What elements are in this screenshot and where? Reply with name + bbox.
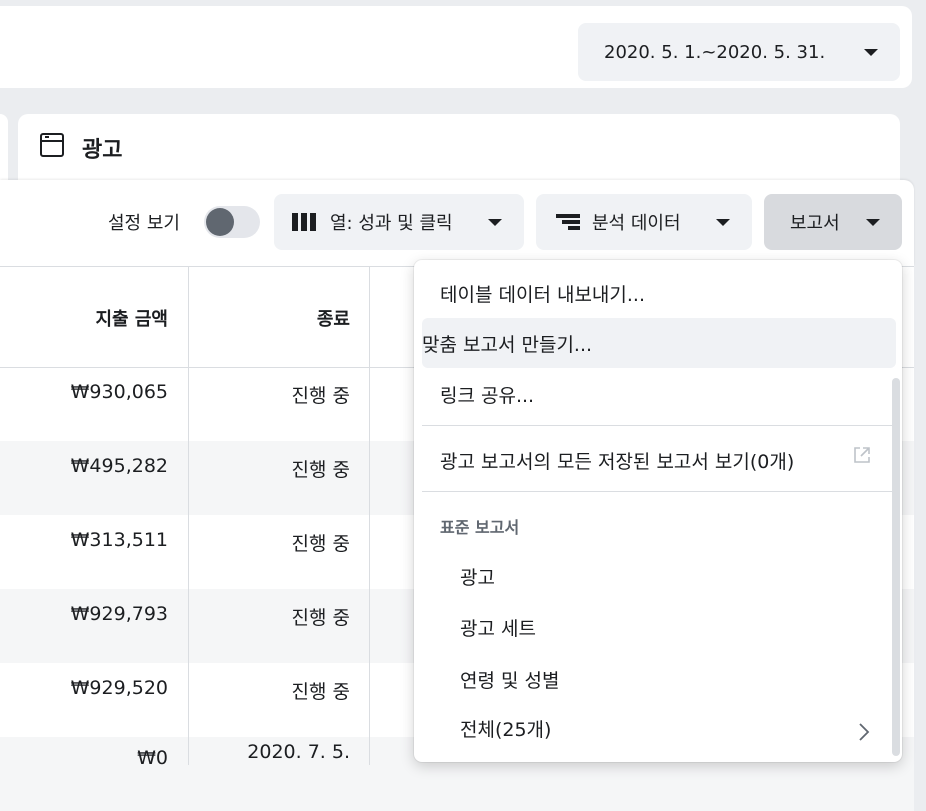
menu-item-standard-ad[interactable]: 광고 <box>460 563 495 590</box>
caret-down-icon <box>488 219 502 226</box>
status-cell: 진행 중 <box>291 533 350 555</box>
menu-item-create-custom-label: 맞춤 보고서 만들기... <box>422 334 593 356</box>
settings-view-label: 설정 보기 <box>108 213 180 234</box>
menu-item-standard-all[interactable]: 전체(25개) <box>460 715 551 742</box>
header-end[interactable]: 종료 <box>317 305 350 331</box>
breakdown-label: 분석 데이터 <box>592 213 681 234</box>
amount-cell: ₩929,520 <box>70 677 168 699</box>
caret-down-icon <box>716 219 730 226</box>
breakdown-icon <box>556 213 580 231</box>
menu-item-create-custom[interactable]: 맞춤 보고서 만들기... <box>422 330 592 357</box>
status-cell: 진행 중 <box>291 607 350 629</box>
header-amount[interactable]: 지출 금액 <box>95 305 168 331</box>
status-cell: 진행 중 <box>291 385 350 407</box>
menu-item-standard-adset[interactable]: 광고 세트 <box>460 614 536 641</box>
menu-item-share-link[interactable]: 링크 공유... <box>440 381 534 408</box>
external-link-icon <box>854 447 870 463</box>
columns-button[interactable]: 열: 성과 및 클릭 <box>274 194 524 250</box>
caret-down-icon <box>864 49 878 56</box>
toggle-knob <box>206 208 234 236</box>
column-divider <box>369 267 370 765</box>
reports-label: 보고서 <box>790 213 840 234</box>
reports-dropdown-menu: 테이블 데이터 내보내기... 맞춤 보고서 만들기... 링크 공유... 광… <box>414 260 902 762</box>
standard-reports-heading: 표준 보고서 <box>440 518 520 537</box>
column-divider <box>188 267 189 765</box>
top-bar: 2020. 5. 1.~2020. 5. 31. <box>0 6 912 88</box>
settings-view-toggle[interactable] <box>204 206 260 238</box>
menu-separator <box>422 425 896 426</box>
amount-cell: ₩313,511 <box>70 529 168 551</box>
columns-label: 열: 성과 및 클릭 <box>330 213 453 234</box>
status-cell: 진행 중 <box>291 459 350 481</box>
caret-down-icon <box>866 219 880 226</box>
breakdown-button[interactable]: 분석 데이터 <box>536 194 752 250</box>
status-cell: 진행 중 <box>291 681 350 703</box>
chevron-right-icon[interactable] <box>858 722 870 742</box>
side-panel-edge <box>0 114 8 180</box>
amount-cell: ₩0 <box>137 747 168 769</box>
menu-separator <box>422 491 896 492</box>
reports-button[interactable]: 보고서 <box>764 194 902 250</box>
menu-scrollbar[interactable] <box>892 378 900 756</box>
menu-item-export[interactable]: 테이블 데이터 내보내기... <box>440 280 645 307</box>
status-cell: 2020. 7. 5. <box>247 741 350 763</box>
table-toolbar: 설정 보기 열: 성과 및 클릭 분석 데이터 보고서 <box>0 180 914 266</box>
tab-title: 광고 <box>82 138 123 163</box>
menu-item-saved-reports[interactable]: 광고 보고서의 모든 저장된 보고서 보기(0개) <box>440 447 794 474</box>
amount-cell: ₩929,793 <box>70 603 168 625</box>
menu-item-standard-age-gender[interactable]: 연령 및 성별 <box>460 666 559 693</box>
date-range-label: 2020. 5. 1.~2020. 5. 31. <box>604 41 826 63</box>
amount-cell: ₩930,065 <box>70 381 168 403</box>
amount-cell: ₩495,282 <box>70 455 168 477</box>
date-range-button[interactable]: 2020. 5. 1.~2020. 5. 31. <box>578 23 900 81</box>
ad-window-icon <box>40 133 64 157</box>
columns-icon <box>292 213 316 231</box>
